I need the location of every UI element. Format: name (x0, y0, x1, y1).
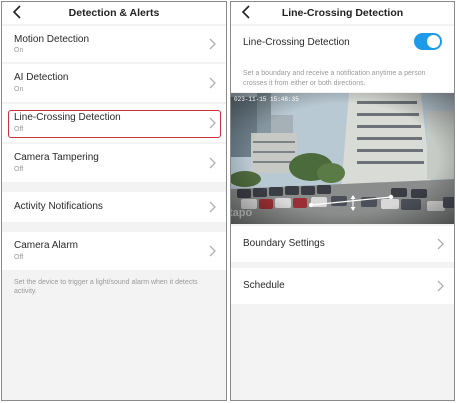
toggle-label: Line-Crossing Detection (243, 37, 350, 48)
ai-detection-row[interactable]: AI Detection On (2, 64, 226, 102)
row-status: Off (14, 254, 24, 261)
camera-preview[interactable]: 023-11-15 15:48:35 tapo (231, 93, 454, 224)
page-title: Line-Crossing Detection (281, 7, 404, 19)
toggle-knob (427, 35, 440, 48)
row-label: Camera Alarm (14, 240, 78, 251)
nav-bar: Detection & Alerts (2, 2, 226, 24)
camera-watermark: tapo (231, 207, 253, 219)
feature-description: Set a boundary and receive a notificatio… (243, 70, 426, 87)
nav-bar: Line-Crossing Detection (231, 2, 454, 24)
camera-tampering-row[interactable]: Camera Tampering Off (2, 144, 226, 182)
line-crossing-detection-screen: Line-Crossing Detection Line-Crossing De… (230, 1, 455, 401)
camera-alarm-row[interactable]: Camera Alarm Off (2, 232, 226, 270)
row-label: AI Detection (14, 72, 69, 83)
row-status: Off (14, 166, 24, 173)
chevron-right-icon (209, 157, 216, 169)
row-status: On (14, 47, 24, 54)
row-label: Camera Tampering (14, 152, 99, 163)
motion-detection-row[interactable]: Motion Detection On (2, 26, 226, 62)
camera-alarm-description: Set the device to trigger a light/sound … (14, 279, 198, 295)
detection-alerts-screen: Detection & Alerts Motion Detection On A… (1, 1, 227, 401)
chevron-right-icon (437, 280, 444, 292)
chevron-right-icon (209, 77, 216, 89)
page-title: Detection & Alerts (68, 7, 160, 19)
row-label: Boundary Settings (243, 238, 325, 249)
highlight-box (8, 110, 221, 138)
line-crossing-toggle[interactable] (414, 33, 442, 50)
schedule-row[interactable]: Schedule (231, 268, 454, 304)
chevron-right-icon (209, 245, 216, 257)
chevron-right-icon (209, 201, 216, 213)
row-label: Motion Detection (14, 34, 90, 45)
row-label: Activity Notifications (14, 201, 103, 212)
row-label: Schedule (243, 280, 285, 291)
chevron-right-icon (209, 38, 216, 50)
chevron-right-icon (437, 238, 444, 250)
boundary-settings-row[interactable]: Boundary Settings (231, 226, 454, 262)
camera-timestamp: 023-11-15 15:48:35 (234, 96, 299, 103)
toggle-section: Line-Crossing Detection Set a boundary a… (231, 26, 454, 92)
camera-scene (231, 93, 454, 224)
activity-notifications-row[interactable]: Activity Notifications (2, 192, 226, 222)
row-status: On (14, 86, 24, 93)
